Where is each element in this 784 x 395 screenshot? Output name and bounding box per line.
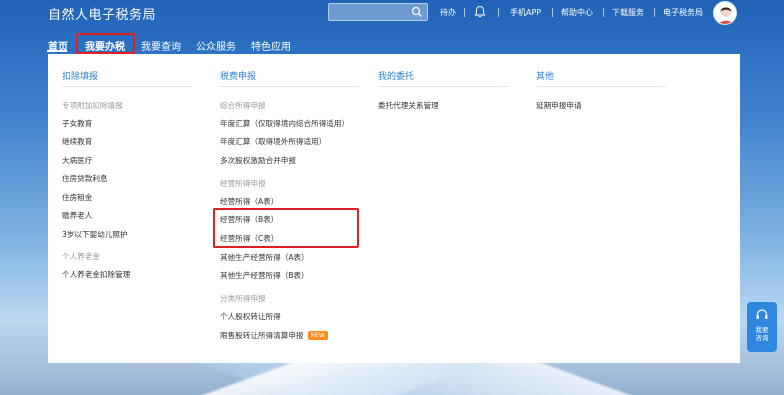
new-badge: NEW xyxy=(307,331,328,340)
menu-item-annual-settlement-domestic[interactable]: 年度汇算（仅取得境内综合所得适用） xyxy=(220,118,349,129)
menu-col-title-my-delegation[interactable]: 我的委托 xyxy=(378,69,414,82)
menu-item-delegation-management[interactable]: 委托代理关系管理 xyxy=(378,100,439,111)
mobile-app-link[interactable]: 手机APP xyxy=(510,7,541,18)
menu-item-other-business-b[interactable]: 其他生产经营所得（B表） xyxy=(220,270,309,281)
menu-col-title-other[interactable]: 其他 xyxy=(536,69,554,82)
divider xyxy=(654,8,655,17)
divider xyxy=(464,8,465,17)
menu-group-label: 分类所得申报 xyxy=(220,294,266,303)
highlight-box xyxy=(213,208,359,248)
search-input[interactable] xyxy=(328,3,428,21)
divider xyxy=(536,86,666,87)
site-title: 自然人电子税务局 xyxy=(48,8,157,23)
divider xyxy=(603,8,604,17)
nav-highlight-box xyxy=(76,33,135,54)
menu-group-label: 经营所得申报 xyxy=(220,179,266,188)
menu-item-infant-care[interactable]: 3岁以下婴幼儿照护 xyxy=(62,229,128,240)
nav-query[interactable]: 我要查询 xyxy=(141,38,181,53)
divider xyxy=(552,8,553,17)
help-center-link[interactable]: 帮助中心 xyxy=(561,7,593,18)
menu-item-business-income-a[interactable]: 经营所得（A表） xyxy=(220,196,278,207)
menu-item-housing-loan-interest[interactable]: 住房贷款利息 xyxy=(62,173,108,184)
menu-item-housing-rent[interactable]: 住房租金 xyxy=(62,192,92,203)
menu-item-equity-transfer[interactable]: 个人股权转让所得 xyxy=(220,311,281,322)
nav-featured-apps[interactable]: 特色应用 xyxy=(251,38,291,53)
nav-active-indicator xyxy=(47,50,67,52)
menu-item-continuing-education[interactable]: 继续教育 xyxy=(62,136,92,147)
user-avatar-icon xyxy=(718,7,734,24)
menu-col-title-deductions[interactable]: 扣除填报 xyxy=(62,69,98,82)
search-icon[interactable] xyxy=(411,6,423,18)
menu-item-deferred-filing[interactable]: 延期申报申请 xyxy=(536,100,582,111)
bell-icon[interactable] xyxy=(474,5,486,18)
mega-menu-panel: 扣除填报 专项附加扣除填报 子女教育 继续教育 大病医疗 住房贷款利息 住房租金… xyxy=(48,54,740,363)
menu-col-title-tax-filing[interactable]: 税费申报 xyxy=(220,69,256,82)
menu-item-elderly-support[interactable]: 赡养老人 xyxy=(62,210,92,221)
headset-icon xyxy=(756,309,768,319)
divider xyxy=(220,86,360,87)
menu-group-label: 综合所得申报 xyxy=(220,101,266,110)
menu-item-other-business-a[interactable]: 其他生产经营所得（A表） xyxy=(220,252,309,263)
consult-button[interactable]: 我要 咨询 xyxy=(747,302,777,352)
nav-public-services[interactable]: 公众服务 xyxy=(196,38,236,53)
menu-group-label: 专项附加扣除填报 xyxy=(62,101,123,110)
menu-item-personal-pension[interactable]: 个人养老金扣除管理 xyxy=(62,269,130,280)
menu-item-serious-illness[interactable]: 大病医疗 xyxy=(62,155,92,166)
todo-link[interactable]: 待办 xyxy=(440,7,456,18)
consult-label-line1: 我要 xyxy=(755,326,769,334)
divider xyxy=(498,8,499,17)
tax-bureau-link[interactable]: 电子税务局 xyxy=(663,7,703,18)
download-service-link[interactable]: 下载服务 xyxy=(612,7,644,18)
menu-item-child-education[interactable]: 子女教育 xyxy=(62,118,92,129)
menu-group-label: 个人养老金 xyxy=(62,252,100,261)
menu-item-label: 限售股转让所得清算申报 xyxy=(220,331,304,340)
menu-item-equity-incentive[interactable]: 多次股权激励合并申报 xyxy=(220,155,296,166)
menu-item-restricted-stock[interactable]: 限售股转让所得清算申报 NEW xyxy=(220,330,328,341)
header: 自然人电子税务局 待办 手机APP 帮助中心 下载服务 电子税务局 xyxy=(0,0,784,28)
divider xyxy=(378,86,508,87)
divider xyxy=(62,86,192,87)
menu-item-annual-settlement-overseas[interactable]: 年度汇算（取得境外所得适用） xyxy=(220,136,326,147)
consult-label-line2: 咨询 xyxy=(755,334,769,342)
avatar[interactable] xyxy=(713,1,737,25)
